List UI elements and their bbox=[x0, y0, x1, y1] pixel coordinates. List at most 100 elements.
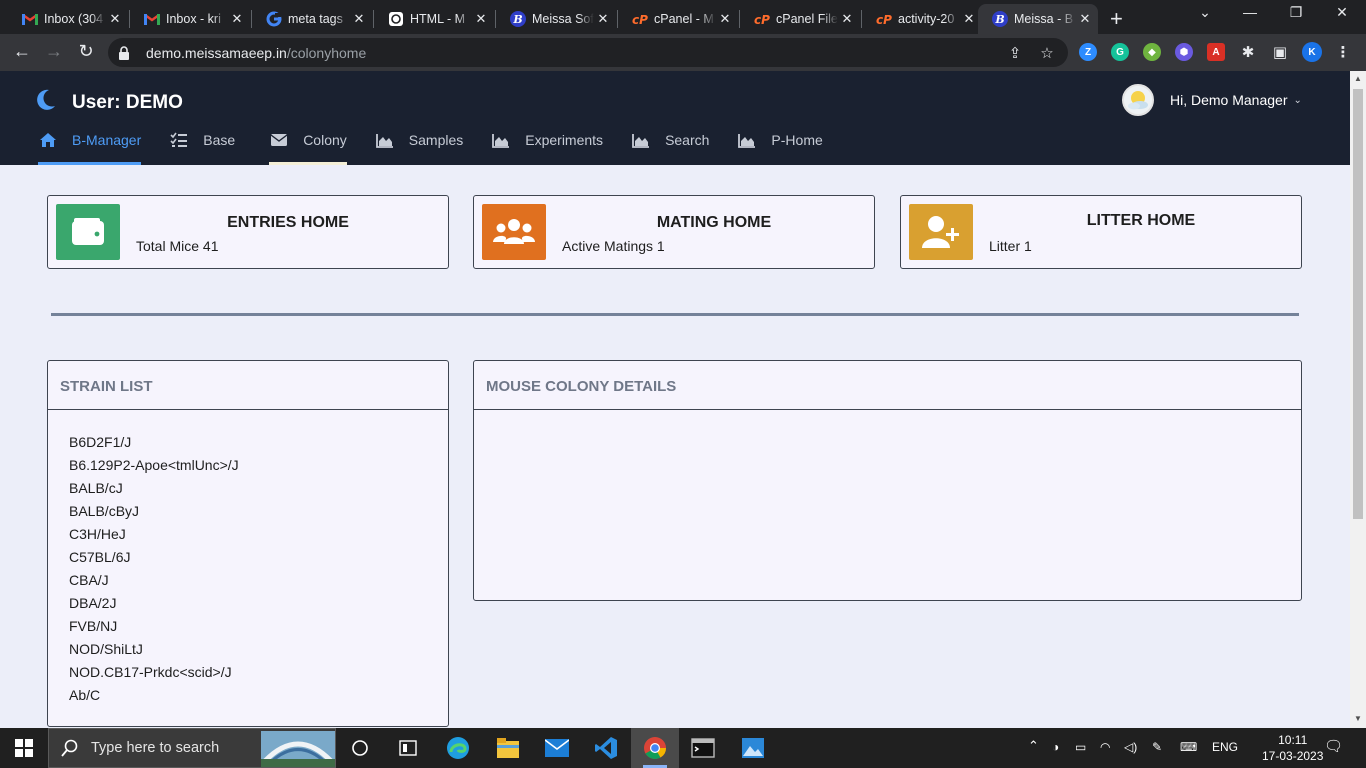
close-tab-icon[interactable]: ✕ bbox=[716, 11, 734, 27]
nav-item-experiments[interactable]: Experiments bbox=[491, 126, 603, 165]
nav-item-base[interactable]: Base bbox=[169, 126, 235, 165]
list-item[interactable]: B6D2F1/J bbox=[69, 432, 448, 455]
close-tab-icon[interactable]: ✕ bbox=[1076, 11, 1094, 27]
language-indicator[interactable]: ENG bbox=[1212, 740, 1238, 754]
list-item[interactable]: DBA/2J bbox=[69, 593, 448, 616]
volume-icon[interactable]: ◁) bbox=[1124, 740, 1137, 754]
avatar[interactable] bbox=[1122, 84, 1154, 116]
nav-label: Base bbox=[203, 132, 236, 148]
scroll-up-arrow[interactable]: ▲ bbox=[1354, 74, 1362, 83]
wifi-icon[interactable]: ◠ bbox=[1100, 740, 1110, 754]
page-scrollbar[interactable]: ▲ ▼ bbox=[1350, 71, 1366, 728]
close-tab-icon[interactable]: ✕ bbox=[350, 11, 368, 27]
nav-item-b-manager[interactable]: B-Manager bbox=[38, 126, 142, 165]
cpanel-icon: cP bbox=[754, 11, 770, 27]
new-tab-button[interactable]: + bbox=[1110, 6, 1123, 32]
entries-home-card[interactable]: ENTRIES HOME Total Mice 41 bbox=[47, 195, 449, 269]
chrome-icon[interactable] bbox=[643, 736, 667, 760]
nav-item-samples[interactable]: Samples bbox=[375, 126, 463, 165]
browser-tab[interactable]: Inbox (304 ✕ bbox=[8, 4, 128, 34]
battery-icon[interactable]: ▭ bbox=[1075, 740, 1086, 754]
meissa-icon: B bbox=[510, 11, 526, 27]
list-item[interactable]: BALB/cJ bbox=[69, 478, 448, 501]
forward-icon[interactable]: → bbox=[42, 41, 66, 62]
svg-text:cP: cP bbox=[754, 13, 770, 25]
litter-home-card[interactable]: LITTER HOME Litter 1 bbox=[900, 195, 1302, 269]
close-tab-icon[interactable]: ✕ bbox=[472, 11, 490, 27]
vscode-icon[interactable] bbox=[594, 736, 618, 760]
close-tab-icon[interactable]: ✕ bbox=[106, 11, 124, 27]
task-view-icon[interactable] bbox=[348, 736, 372, 760]
users-icon bbox=[482, 204, 546, 260]
extensions-puzzle-icon[interactable]: ✱ bbox=[1239, 43, 1257, 61]
pdf-extension-icon[interactable]: A bbox=[1207, 43, 1225, 61]
browser-tab[interactable]: cP activity-20 ✕ bbox=[862, 4, 982, 34]
share-icon[interactable]: ⇪ bbox=[1006, 44, 1024, 62]
list-item[interactable]: FVB/NJ bbox=[69, 616, 448, 639]
browser-tab[interactable]: HTML - M ✕ bbox=[374, 4, 494, 34]
nav-item-colony[interactable]: Colony bbox=[269, 126, 347, 165]
browser-menu-icon[interactable]: ⋮ bbox=[1334, 43, 1352, 61]
browser-tab[interactable]: B Meissa Sof ✕ bbox=[496, 4, 616, 34]
panel-title: MOUSE COLONY DETAILS bbox=[474, 361, 1301, 410]
profile-avatar[interactable]: K bbox=[1302, 42, 1322, 62]
mail-icon[interactable] bbox=[545, 736, 569, 760]
browser-tab[interactable]: meta tags ✕ bbox=[252, 4, 372, 34]
list-item[interactable]: C57BL/6J bbox=[69, 547, 448, 570]
notification-icon[interactable]: 🗨︎ bbox=[1324, 737, 1343, 755]
chevron-up-icon[interactable]: ⌃ bbox=[1028, 738, 1039, 754]
pen-icon[interactable]: ✎ bbox=[1152, 740, 1162, 754]
shield-extension-icon[interactable]: ⬢ bbox=[1175, 43, 1193, 61]
nav-item-search[interactable]: Search bbox=[631, 126, 709, 165]
browser-tab-active[interactable]: B Meissa - B ✕ bbox=[978, 4, 1098, 34]
widgets-icon[interactable] bbox=[396, 736, 420, 760]
file-explorer-icon[interactable] bbox=[496, 736, 520, 760]
close-tab-icon[interactable]: ✕ bbox=[594, 11, 612, 27]
card-subtitle: Total Mice 41 bbox=[136, 238, 219, 254]
photos-icon[interactable] bbox=[741, 736, 765, 760]
close-window-button[interactable]: ✕ bbox=[1322, 4, 1362, 21]
bookmark-star-icon[interactable]: ☆ bbox=[1038, 44, 1056, 62]
keyboard-icon[interactable]: ⌨ bbox=[1180, 740, 1197, 754]
windows-start-icon[interactable] bbox=[12, 736, 36, 760]
list-item[interactable]: C3H/HeJ bbox=[69, 524, 448, 547]
browser-tab[interactable]: Inbox - kri ✕ bbox=[130, 4, 250, 34]
browser-tab[interactable]: cP cPanel - M ✕ bbox=[618, 4, 738, 34]
address-bar[interactable]: demo.meissamaeep.in/colonyhome ⇪ ☆ bbox=[108, 38, 1068, 67]
maximize-button[interactable]: ❐ bbox=[1276, 4, 1316, 21]
mating-home-card[interactable]: MATING HOME Active Matings 1 bbox=[473, 195, 875, 269]
browser-tab[interactable]: cP cPanel File ✕ bbox=[740, 4, 860, 34]
close-tab-icon[interactable]: ✕ bbox=[228, 11, 246, 27]
user-menu[interactable]: Hi, Demo Manager ⌄ bbox=[1122, 84, 1302, 116]
scrollbar-thumb[interactable] bbox=[1353, 89, 1363, 519]
color-extension-icon[interactable]: ◆ bbox=[1143, 43, 1161, 61]
list-item[interactable]: Ab/C bbox=[69, 685, 448, 708]
system-clock[interactable]: 10:11 17-03-2023 bbox=[1262, 732, 1323, 764]
taskbar-search-input[interactable]: Type here to search bbox=[48, 728, 336, 768]
list-item[interactable]: CBA/J bbox=[69, 570, 448, 593]
reload-icon[interactable]: ↻ bbox=[74, 41, 98, 62]
zoom-extension-icon[interactable]: Z bbox=[1079, 43, 1097, 61]
url-host: demo.meissamaeep.in bbox=[146, 44, 287, 61]
meet-now-icon[interactable]: ◑ bbox=[1052, 740, 1059, 754]
wallet-icon bbox=[56, 204, 120, 260]
side-panel-icon[interactable]: ▣ bbox=[1271, 43, 1289, 61]
close-tab-icon[interactable]: ✕ bbox=[838, 11, 856, 27]
list-item[interactable]: BALB/cByJ bbox=[69, 501, 448, 524]
clock-date: 17-03-2023 bbox=[1262, 749, 1324, 763]
terminal-icon[interactable] bbox=[691, 736, 715, 760]
nav-item-p-home[interactable]: P-Home bbox=[737, 126, 823, 165]
tab-search-icon[interactable]: ⌄ bbox=[1185, 4, 1225, 21]
edge-browser-icon[interactable] bbox=[446, 736, 470, 760]
back-icon[interactable]: ← bbox=[10, 41, 34, 62]
list-item[interactable]: NOD.CB17-Prkdc<scid>/J bbox=[69, 662, 448, 685]
close-tab-icon[interactable]: ✕ bbox=[960, 11, 978, 27]
list-item[interactable]: B6.129P2-Apoe<tmlUnc>/J bbox=[69, 455, 448, 478]
svg-text:B: B bbox=[512, 13, 522, 26]
nav-label: Colony bbox=[303, 132, 347, 148]
grammarly-extension-icon[interactable]: G bbox=[1111, 43, 1129, 61]
scroll-down-arrow[interactable]: ▼ bbox=[1354, 714, 1362, 723]
list-item[interactable]: NOD/ShiLtJ bbox=[69, 639, 448, 662]
minimize-button[interactable]: — bbox=[1230, 4, 1270, 20]
cpanel-icon: cP bbox=[632, 11, 648, 27]
